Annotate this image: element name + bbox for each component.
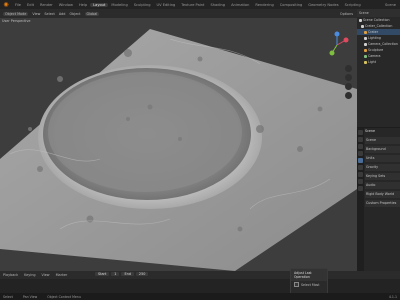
transform-orientation-dropdown[interactable]: Global — [84, 11, 100, 16]
workspace-tab-geometry-nodes[interactable]: Geometry Nodes — [305, 3, 341, 7]
render-tab-icon[interactable] — [358, 137, 363, 142]
menu-render[interactable]: Render — [37, 3, 56, 7]
blender-logo-icon[interactable]: ◉ — [2, 1, 10, 8]
outliner-item-icon — [364, 60, 367, 64]
option-label: Select Most — [301, 282, 320, 287]
adjust-last-operation-panel[interactable]: Adjust Last Operation Select Most — [290, 268, 328, 295]
menu-edit[interactable]: Edit — [24, 3, 37, 7]
properties-section[interactable]: Custom Properties — [365, 200, 400, 207]
outliner-item-icon — [361, 24, 364, 28]
start-label: Start — [95, 272, 110, 276]
outliner-panel: Scene Scene Collection Crater_Collection C… — [357, 9, 400, 127]
version-label: 4.1.1 — [388, 294, 397, 299]
workspace-tab-uv-editing[interactable]: UV Editing — [154, 3, 179, 7]
tool-tab-icon[interactable] — [358, 130, 363, 135]
camera-view-icon[interactable] — [345, 83, 352, 90]
viewport-nav-buttons — [345, 65, 353, 101]
end-frame-field[interactable]: 250 — [135, 272, 149, 276]
properties-title: Scene — [365, 129, 376, 133]
timeline-header: Playback Keying View Marker Start 1 End … — [0, 271, 400, 279]
properties-section[interactable]: Background — [365, 146, 400, 153]
outliner-item-icon — [364, 30, 367, 34]
scene-tab-icon[interactable] — [358, 158, 363, 163]
workspace-tab-modeling[interactable]: Modeling — [108, 3, 130, 7]
view-layer-tab-icon[interactable] — [358, 151, 363, 156]
outliner-item-icon — [364, 42, 367, 46]
viewport-perspective-label: User Perspective — [2, 19, 31, 23]
zoom-icon[interactable] — [345, 65, 352, 72]
properties-tabs — [357, 128, 364, 271]
viewport-header: Object Mode View Select Add Object Globa… — [0, 9, 357, 18]
perspective-toggle-icon[interactable] — [345, 92, 352, 99]
properties-panel: Scene Scene Background Units Gravity Keying … — [357, 128, 400, 271]
mode-dropdown[interactable]: Object Mode — [3, 11, 29, 16]
workspace-tab-sculpting[interactable]: Sculpting — [131, 3, 154, 7]
properties-section[interactable]: Scene — [365, 137, 400, 144]
viewport-menu-view[interactable]: View — [32, 12, 40, 16]
timeline-panel: Playback Keying View Marker Start 1 End … — [0, 271, 400, 293]
options-dropdown[interactable]: Options — [340, 12, 357, 16]
workspace-tab-rendering[interactable]: Rendering — [252, 3, 276, 7]
outliner-item-icon — [364, 54, 367, 58]
menu-window[interactable]: Window — [56, 3, 76, 7]
properties-section[interactable]: Gravity — [365, 164, 400, 171]
end-label: End — [121, 272, 134, 276]
outliner-item-icon — [364, 48, 367, 52]
workspace-tab-texture-paint[interactable]: Texture Paint — [178, 3, 207, 7]
properties-section[interactable]: Keying Sets — [365, 173, 400, 180]
pan-icon[interactable] — [345, 74, 352, 81]
outliner-item-icon — [364, 36, 367, 40]
properties-section[interactable]: Audio — [365, 182, 400, 189]
workspace-tab-layout[interactable]: Layout — [90, 2, 109, 7]
status-pan-hint: Pan View — [22, 294, 38, 299]
navigation-gizmo[interactable] — [323, 31, 351, 59]
status-context-hint: Object Context Menu — [47, 294, 81, 299]
viewport-menu-select[interactable]: Select — [44, 12, 54, 16]
timeline-menu-keying[interactable]: Keying — [24, 273, 35, 277]
top-bar: ◉ File Edit Render Window Help Layout Mo… — [0, 0, 400, 9]
y-axis-icon[interactable] — [329, 50, 335, 56]
menu-help[interactable]: Help — [76, 3, 90, 7]
status-select-hint: Select — [3, 294, 13, 299]
status-bar: Select Pan View Object Context Menu 4.1.… — [0, 293, 400, 300]
timeline-menu-marker[interactable]: Marker — [56, 273, 68, 277]
z-axis-icon[interactable] — [334, 31, 340, 37]
output-tab-icon[interactable] — [358, 144, 363, 149]
outliner-header: Scene — [357, 9, 400, 17]
scene-selector[interactable]: Scene — [385, 3, 400, 7]
x-axis-icon[interactable] — [343, 37, 349, 43]
workspace-tab-scripting[interactable]: Scripting — [342, 3, 364, 7]
timeline-menu-view[interactable]: View — [42, 273, 50, 277]
modifier-tab-icon[interactable] — [358, 179, 363, 184]
workspace-tab-animation[interactable]: Animation — [228, 3, 252, 7]
outliner-item-icon — [359, 18, 362, 22]
menu-file[interactable]: File — [12, 3, 24, 7]
properties-section[interactable]: Units — [365, 155, 400, 162]
properties-section[interactable]: Rigid Body World — [365, 191, 400, 198]
crater-floor-highlight — [48, 72, 242, 192]
world-tab-icon[interactable] — [358, 165, 363, 170]
start-frame-field[interactable]: 1 — [111, 272, 120, 276]
material-tab-icon[interactable] — [358, 186, 363, 191]
option-checkbox[interactable] — [294, 282, 299, 287]
outliner-item-label: Light — [368, 60, 376, 64]
crater-terrain-mesh[interactable] — [0, 19, 357, 271]
panel-title: Adjust Last Operation — [291, 269, 327, 281]
workspace-tab-compositing[interactable]: Compositing — [277, 3, 306, 7]
viewport-menu-object[interactable]: Object — [69, 12, 80, 16]
3d-viewport[interactable]: Object Mode View Select Add Object Globa… — [0, 9, 357, 271]
timeline-menu-playback[interactable]: Playback — [3, 273, 18, 277]
viewport-menu-add[interactable]: Add — [59, 12, 66, 16]
object-tab-icon[interactable] — [358, 172, 363, 177]
workspace-tab-shading[interactable]: Shading — [207, 3, 228, 7]
outliner-row[interactable]: Light — [357, 59, 400, 65]
